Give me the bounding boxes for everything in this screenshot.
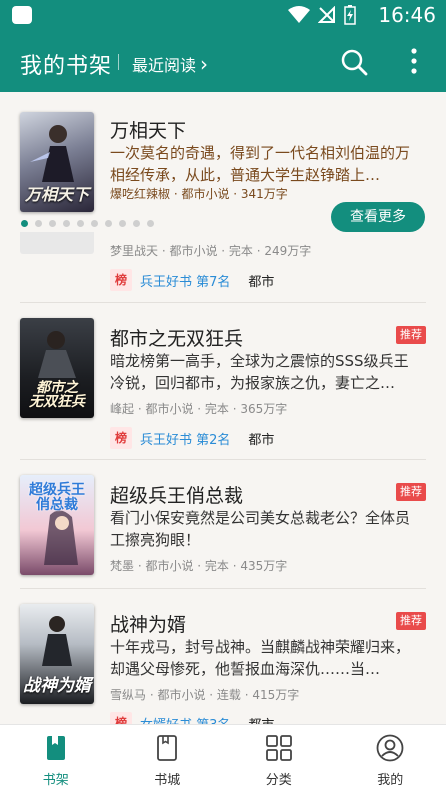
bookshelf-icon <box>46 736 65 760</box>
recommend-badge: 推荐 <box>396 326 426 344</box>
nav-bookshelf[interactable]: 书架 <box>0 725 112 792</box>
bookshelf-list[interactable]: 万相天下 万相天下 一次莫名的奇遇，得到了一代名相刘伯温的万相经传承，从此，普通… <box>0 92 446 724</box>
category-grid-icon <box>265 735 292 761</box>
nav-label: 我的 <box>377 773 404 788</box>
book-description: 一次莫名的奇遇，得到了一代名相刘伯温的万相经传承，从此，普通大学生赵铮踏上… <box>110 144 411 184</box>
carousel-dot[interactable] <box>49 220 56 227</box>
book-title[interactable]: 都市之无双狂兵 <box>110 324 243 351</box>
carousel-dot[interactable] <box>105 220 112 227</box>
recent-reading-link[interactable]: 最近阅读 › <box>132 52 208 76</box>
book-description: 十年戎马，封号战神。当麒麟战神荣耀归来，却遇父母惨死，他誓报血海深仇……当… <box>110 638 411 678</box>
book-meta: 峰起 · 都市小说 · 完本 · 365万字 <box>110 402 288 416</box>
nav-category[interactable]: 分类 <box>223 725 335 792</box>
rank-row[interactable]: 榜 兵王好书 第2名 都市 <box>110 427 274 449</box>
carousel-dot[interactable] <box>91 220 98 227</box>
category-tag: 都市 <box>248 432 275 448</box>
nav-bookstore[interactable]: 书城 <box>112 725 224 792</box>
more-vert-icon[interactable] <box>406 46 422 76</box>
divider <box>20 588 426 589</box>
rank-text[interactable]: 兵王好书 第7名 <box>140 271 230 290</box>
search-icon[interactable] <box>340 48 368 76</box>
book-title[interactable]: 超级兵王俏总裁 <box>110 481 243 508</box>
book-cover[interactable]: 战神为婿 <box>20 604 94 704</box>
recommend-badge: 推荐 <box>396 483 426 501</box>
carousel-indicator <box>21 220 154 227</box>
book-meta: 雪纵马 · 都市小说 · 连载 · 415万字 <box>110 688 300 702</box>
book-meta: 梵墨 · 都市小说 · 完本 · 435万字 <box>110 559 288 573</box>
recent-reading-label: 最近阅读 <box>132 56 197 75</box>
status-bar: 16:46 <box>0 0 446 30</box>
recommend-badge: 推荐 <box>396 612 426 630</box>
page-title: 我的书架 <box>20 54 113 79</box>
book-cover[interactable]: 万相天下 <box>20 112 94 212</box>
cover-title: 战神为婿 <box>23 676 91 697</box>
book-cover[interactable]: 超级兵王 俏总裁 <box>20 475 94 575</box>
book-meta: 爆吃红辣椒 · 都市小说 · 341万字 <box>110 187 288 201</box>
carousel-dot[interactable] <box>119 220 126 227</box>
book-meta: 梦里战天 · 都市小说 · 完本 · 249万字 <box>110 244 312 258</box>
app-notification-icon <box>12 6 32 24</box>
appbar-divider <box>118 54 119 70</box>
carousel-dot[interactable] <box>21 220 28 227</box>
carousel-dot[interactable] <box>133 220 140 227</box>
nav-profile[interactable]: 我的 <box>335 725 446 792</box>
cover-title: 万相天下 <box>24 185 89 205</box>
book-description: 暗龙榜第一高手，全球为之震惊的SSS级兵王冷锐，回归都市，为报家族之仇，妻亡之… <box>110 352 409 392</box>
battery-charging-icon <box>344 5 356 25</box>
bottom-navigation: 书架 书城 分类 我的 <box>0 724 446 792</box>
read-more-button[interactable]: 查看更多 <box>331 202 425 232</box>
cover-title: 超级兵王 俏总裁 <box>29 482 85 513</box>
nav-label: 书城 <box>154 773 181 788</box>
wifi-icon <box>288 6 310 23</box>
rank-row[interactable]: 榜 兵王好书 第7名 都市 <box>110 269 274 291</box>
carousel-dot[interactable] <box>147 220 154 227</box>
bookstore-icon <box>157 735 178 761</box>
no-signal-icon <box>318 6 335 23</box>
rank-row[interactable]: 榜 女婿好书 第3名 都市 <box>110 712 274 724</box>
carousel-dot[interactable] <box>35 220 42 227</box>
nav-label: 书架 <box>42 773 69 788</box>
rank-text[interactable]: 兵王好书 第2名 <box>140 429 230 448</box>
nav-label: 分类 <box>265 773 292 788</box>
divider <box>20 459 426 460</box>
book-title[interactable]: 万相天下 <box>110 116 186 143</box>
carousel-dot[interactable] <box>63 220 70 227</box>
category-tag: 都市 <box>248 714 274 725</box>
book-title[interactable]: 战神为婿 <box>110 610 186 637</box>
rank-tag: 榜 <box>110 427 132 449</box>
cover-title: 都市之 无双狂兵 <box>29 379 85 411</box>
status-time: 16:46 <box>378 3 436 27</box>
rank-text[interactable]: 女婿好书 第3名 <box>140 714 230 725</box>
book-description: 看门小保安竟然是公司美女总裁老公？全体员工擦亮狗眼！ <box>110 509 411 549</box>
rank-tag: 榜 <box>110 712 132 724</box>
book-cover[interactable]: 都市之 无双狂兵 <box>20 318 94 418</box>
rank-tag: 榜 <box>110 269 132 291</box>
next-cover-peek <box>20 232 94 254</box>
carousel-dot[interactable] <box>77 220 84 227</box>
chevron-right-icon: › <box>200 52 209 76</box>
divider <box>20 302 426 303</box>
app-bar: 我的书架 最近阅读 › <box>0 30 446 92</box>
category-tag: 都市 <box>248 274 275 290</box>
profile-icon <box>376 734 404 762</box>
status-icons <box>288 5 356 25</box>
